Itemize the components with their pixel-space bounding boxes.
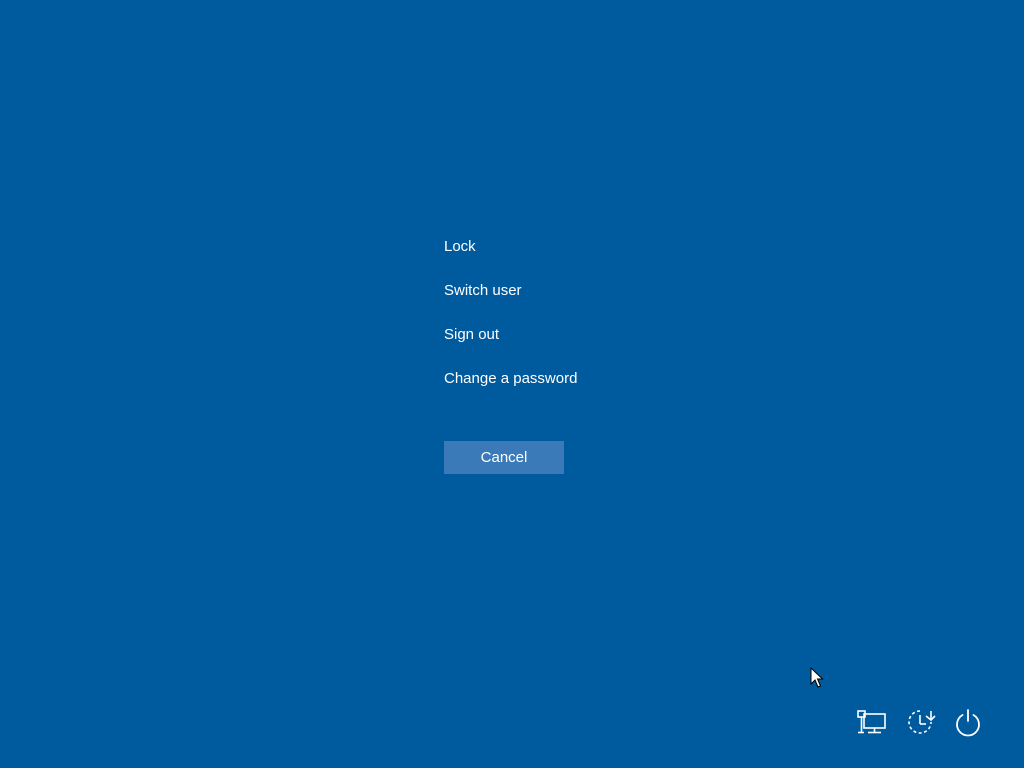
switch-user-option[interactable]: Switch user — [444, 279, 644, 303]
change-password-option[interactable]: Change a password — [444, 367, 644, 391]
power-button[interactable] — [950, 704, 986, 740]
ease-of-access-icon — [904, 707, 936, 737]
lock-option[interactable]: Lock — [444, 235, 644, 259]
ease-of-access-button[interactable] — [902, 704, 938, 740]
sign-out-option[interactable]: Sign out — [444, 323, 644, 347]
network-button[interactable] — [854, 704, 890, 740]
security-options-menu: Lock Switch user Sign out Change a passw… — [444, 235, 644, 411]
power-icon — [953, 707, 983, 737]
mouse-cursor-icon — [810, 667, 824, 688]
network-icon — [856, 708, 888, 736]
cancel-button[interactable]: Cancel — [444, 441, 564, 474]
